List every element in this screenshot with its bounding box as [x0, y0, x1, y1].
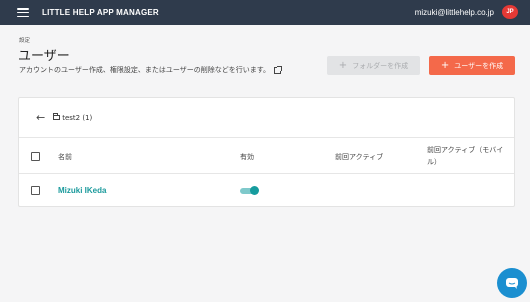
- create-folder-label: フォルダーを作成: [352, 61, 409, 70]
- column-header-last-active[interactable]: 前回アクティブ: [335, 152, 383, 162]
- toggle-knob: [250, 186, 259, 195]
- chat-button[interactable]: [497, 268, 527, 298]
- create-user-button[interactable]: + ユーザーを作成: [429, 56, 515, 75]
- page-description-text: アカウントのユーザー作成、権限設定、またはユーザーの削除などを行います。: [19, 66, 271, 74]
- column-header-last-active-mobile[interactable]: 前回アクティブ（モバイル）: [427, 144, 507, 168]
- breadcrumb[interactable]: 設定: [19, 36, 30, 44]
- select-all-checkbox[interactable]: [31, 152, 40, 161]
- folder-label: test2 (1): [62, 113, 93, 122]
- column-header-name[interactable]: 名前: [58, 152, 72, 162]
- table-header: 名前 有効 前回アクティブ 前回アクティブ（モバイル）: [19, 138, 514, 174]
- folder-icon: [53, 113, 61, 120]
- plus-icon: +: [440, 59, 450, 71]
- user-list-card: ← test2 (1) 名前 有効 前回アクティブ 前回アクティブ（モバイル） …: [18, 97, 515, 207]
- back-arrow-icon[interactable]: ←: [36, 111, 45, 124]
- table-row: Mizuki IKeda: [19, 174, 514, 207]
- user-email[interactable]: mizuki@littlehelp.co.jp: [415, 8, 494, 17]
- app-title: LITTLE HELP APP MANAGER: [42, 8, 159, 17]
- external-link-icon[interactable]: [274, 65, 283, 74]
- avatar[interactable]: JP: [502, 5, 518, 19]
- create-folder-button[interactable]: + フォルダーを作成: [327, 56, 420, 75]
- page-title: ユーザー: [18, 49, 70, 64]
- page-description: アカウントのユーザー作成、権限設定、またはユーザーの削除などを行います。: [19, 65, 283, 75]
- row-checkbox[interactable]: [31, 186, 40, 195]
- hamburger-menu-icon[interactable]: [17, 8, 29, 17]
- chat-bubble-icon: [506, 277, 518, 289]
- top-bar: LITTLE HELP APP MANAGER mizuki@littlehel…: [0, 0, 530, 25]
- active-toggle[interactable]: [240, 186, 259, 195]
- folder-header: ← test2 (1): [19, 98, 514, 138]
- create-user-label: ユーザーを作成: [454, 61, 504, 70]
- plus-icon: +: [338, 59, 348, 71]
- user-name-link[interactable]: Mizuki IKeda: [58, 186, 106, 195]
- column-header-active[interactable]: 有効: [240, 152, 254, 162]
